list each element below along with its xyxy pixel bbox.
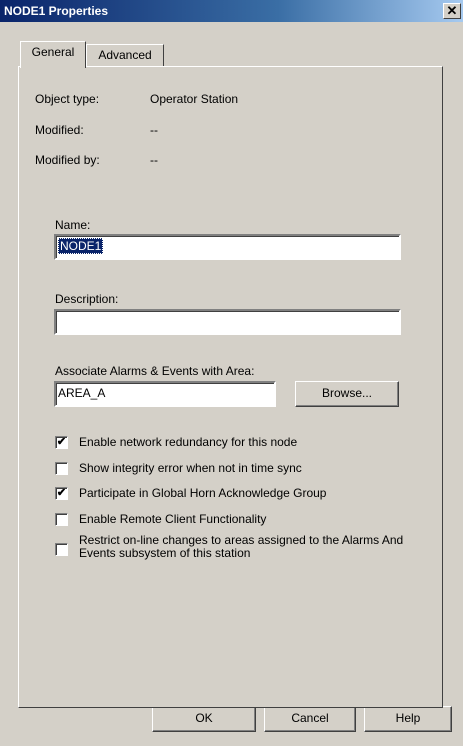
area-field-value: AREA_A [58,386,106,400]
name-field[interactable]: NODE1 [54,234,401,260]
name-label: Name: [55,218,91,232]
modified-value: -- [150,123,158,137]
name-field-value: NODE1 [58,238,104,254]
global-horn-checkbox[interactable]: ✔ [55,487,68,500]
remote-client-label: Enable Remote Client Functionality [79,512,267,526]
ok-button[interactable]: OK [152,706,256,732]
global-horn-label: Participate in Global Horn Acknowledge G… [79,486,327,500]
object-type-value: Operator Station [150,92,239,106]
modified-label: Modified: [35,123,84,137]
area-field[interactable]: AREA_A [54,381,276,407]
tab-advanced[interactable]: Advanced [86,44,164,67]
close-icon[interactable]: ✕ [443,3,461,19]
remote-client-checkbox[interactable] [55,513,68,526]
title-bar: NODE1 Properties ✕ [0,0,463,22]
description-field[interactable] [54,309,401,335]
integrity-error-label: Show integrity error when not in time sy… [79,461,302,475]
integrity-error-checkbox[interactable] [55,462,68,475]
tab-general-label: General [31,45,75,59]
window-title: NODE1 Properties [4,4,109,18]
help-button[interactable]: Help [364,706,452,732]
restrict-changes-checkbox[interactable] [55,543,68,556]
tab-advanced-label: Advanced [98,48,152,62]
cancel-button[interactable]: Cancel [264,706,356,732]
browse-button[interactable]: Browse... [295,381,399,407]
description-label: Description: [55,292,119,306]
general-tab-panel: Object type: Operator Station Modified: … [18,66,443,708]
network-redundancy-checkbox[interactable]: ✔ [55,436,68,449]
modified-by-value: -- [150,153,158,167]
modified-by-label: Modified by: [35,153,100,167]
restrict-changes-label: Restrict on-line changes to areas assign… [79,533,404,560]
network-redundancy-label: Enable network redundancy for this node [79,435,298,449]
properties-dialog: NODE1 Properties ✕ General Advanced Obje… [0,0,463,746]
object-type-label: Object type: [35,92,100,106]
tab-general[interactable]: General [20,41,86,68]
area-label: Associate Alarms & Events with Area: [55,364,255,378]
